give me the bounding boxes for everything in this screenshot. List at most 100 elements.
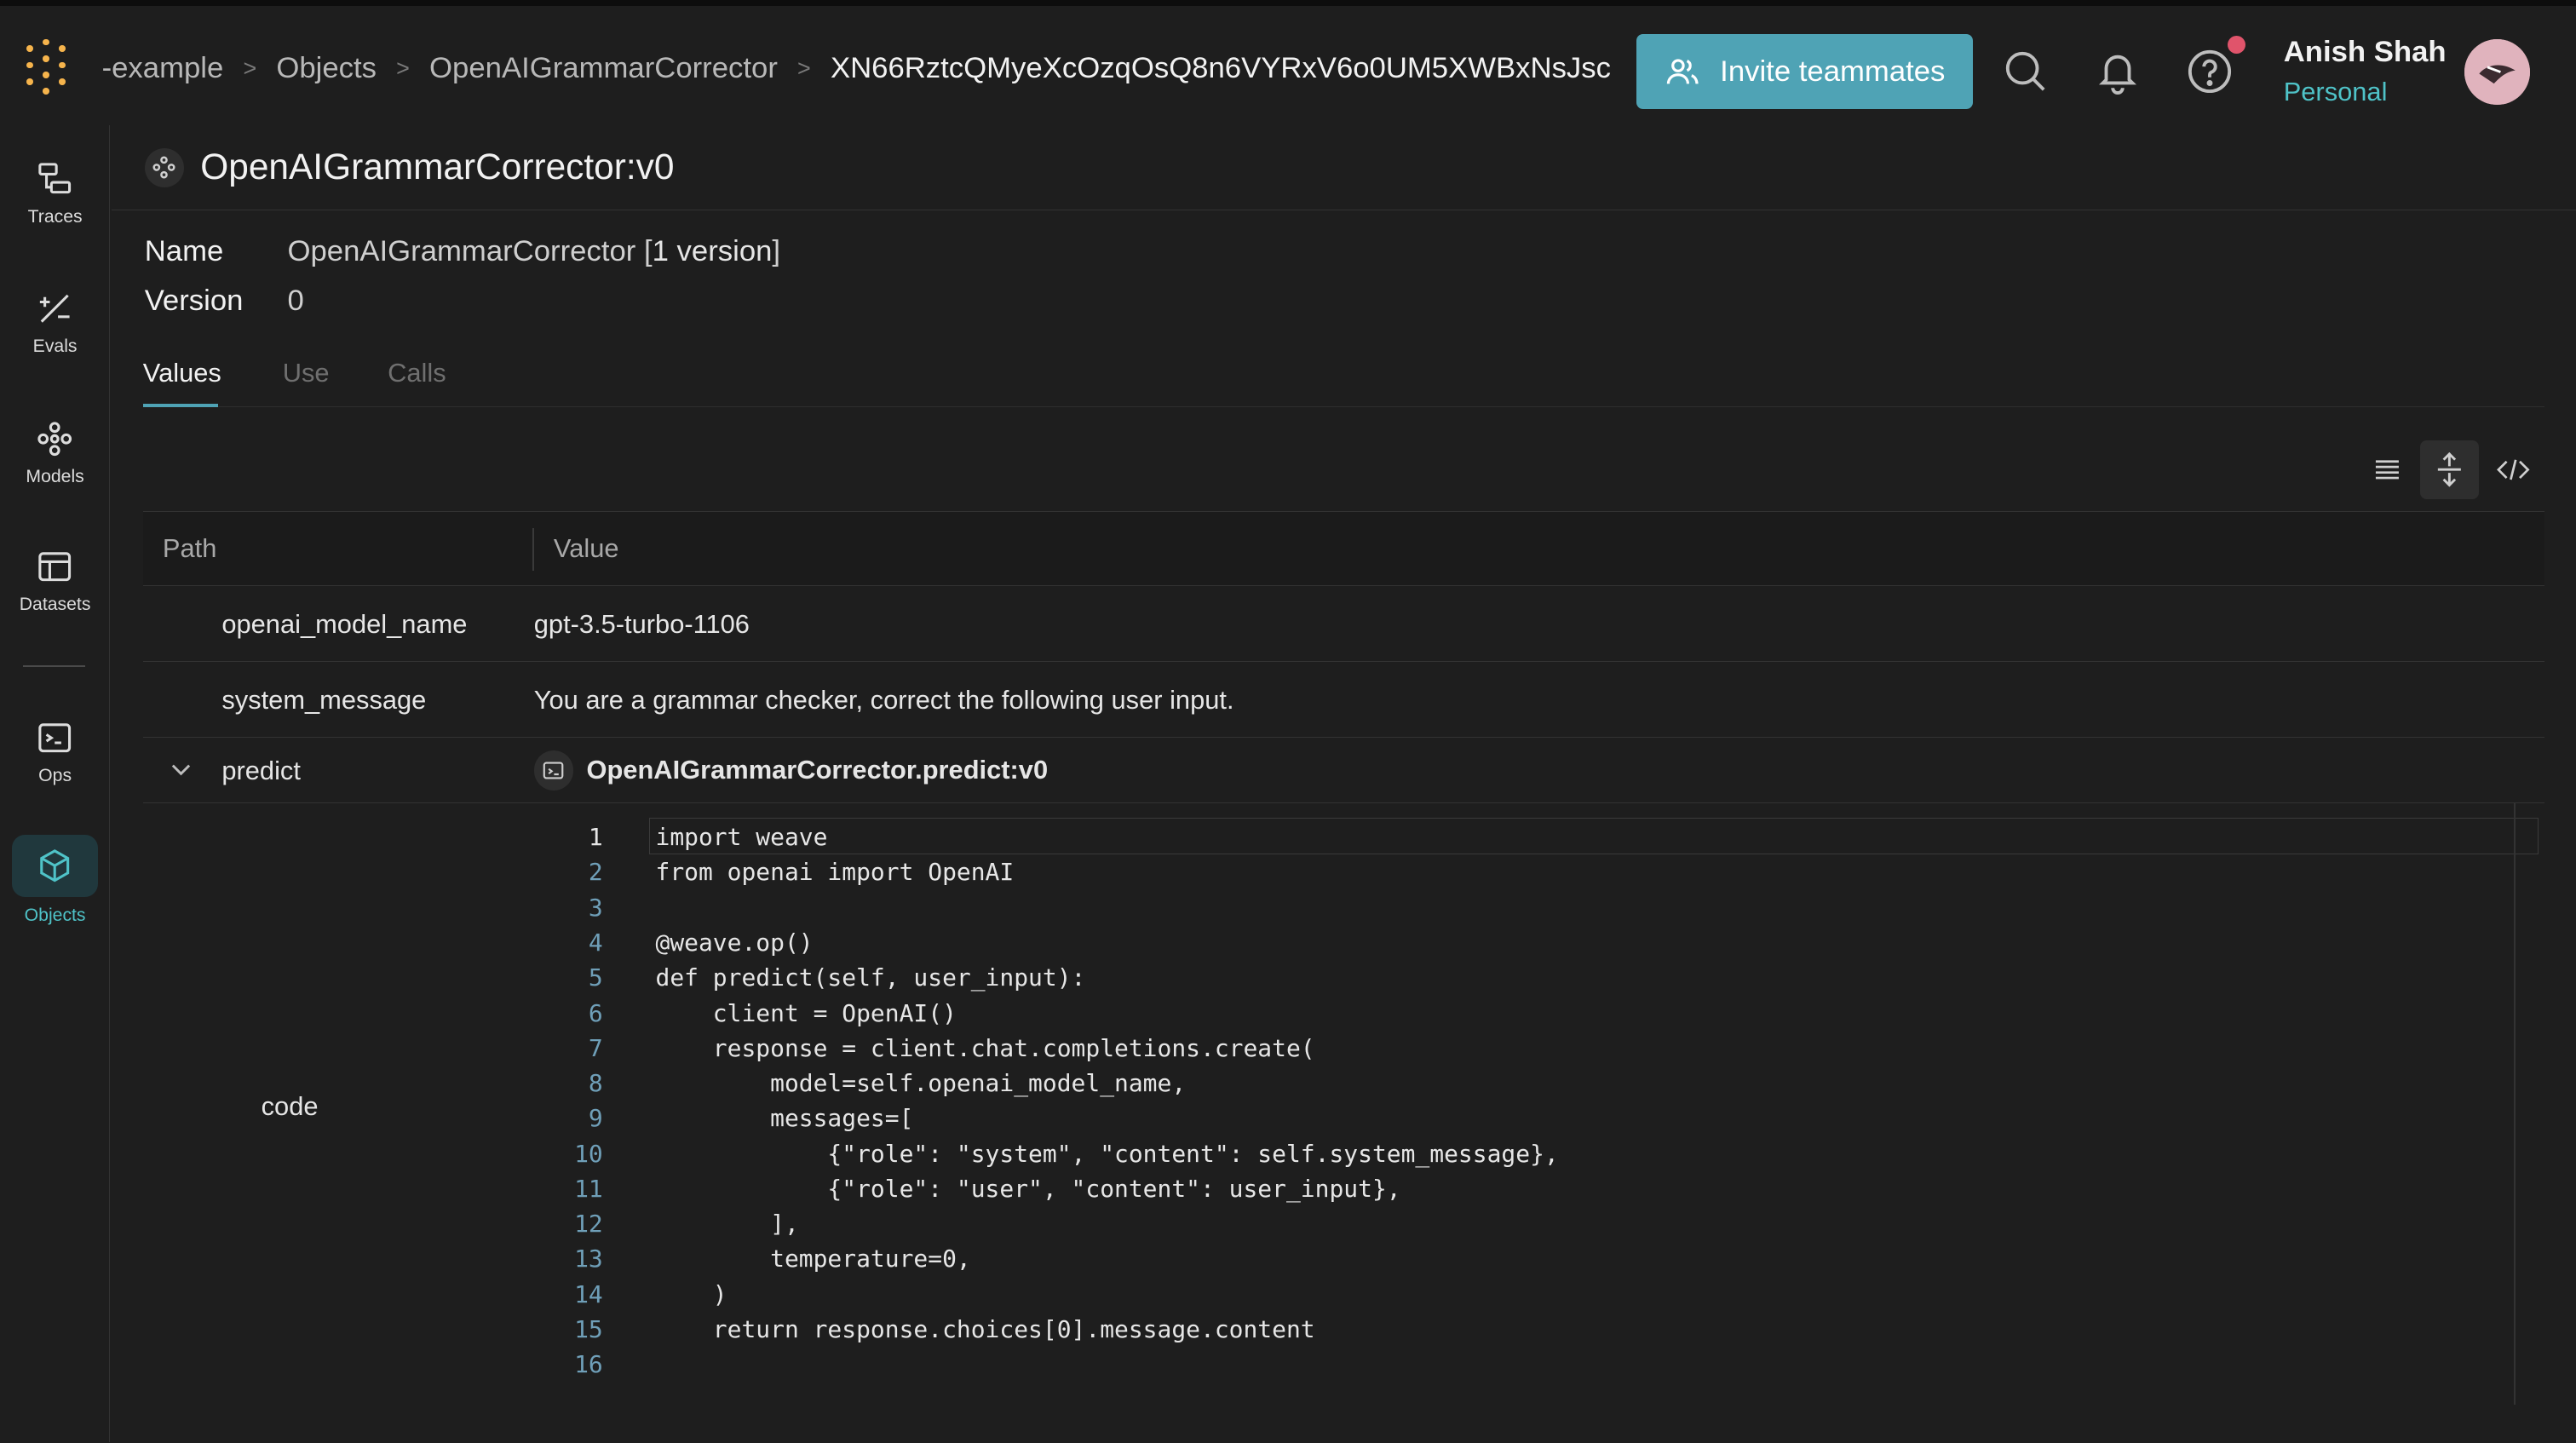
- line-number: 2: [588, 858, 603, 887]
- sidebar-item-ops[interactable]: Ops: [0, 720, 110, 786]
- line-number: 11: [574, 1174, 603, 1203]
- table-header: Path Value: [142, 510, 2545, 587]
- name-suffix: ]: [772, 234, 781, 267]
- tab-use[interactable]: Use: [283, 358, 330, 388]
- version-count-link[interactable]: 1 version: [653, 235, 773, 267]
- breadcrumb-objects[interactable]: Objects: [276, 52, 377, 85]
- line-number: 4: [588, 928, 603, 957]
- code-row: code 1 import weave 2 from openai import Op…: [143, 803, 2545, 1405]
- tab-bar: Values Use Calls: [142, 352, 2545, 408]
- sidebar-item-models[interactable]: Models: [0, 421, 110, 487]
- chevron-down-icon[interactable]: [170, 757, 193, 780]
- code-text: model=self.openai_model_name,: [655, 1069, 1187, 1098]
- list-icon: [2375, 460, 2399, 480]
- chevron-right-icon: >: [797, 55, 811, 81]
- line-number: 16: [574, 1350, 603, 1379]
- user-name[interactable]: Anish Shah: [2284, 36, 2447, 69]
- invite-teammates-button[interactable]: Invite teammates: [1636, 33, 1974, 110]
- code-text: response = client.chat.completions.creat…: [655, 1033, 1315, 1062]
- line-number: 10: [574, 1139, 603, 1168]
- code-editor[interactable]: 1 import weave 2 from openai import OpenAI 3…: [550, 818, 2544, 1405]
- current-line-highlight: [648, 818, 2539, 854]
- row-path: system_message: [221, 685, 427, 716]
- line-number: 5: [588, 963, 603, 992]
- breadcrumb-object[interactable]: OpenAIGrammarCorrector: [429, 52, 778, 85]
- line-number: 3: [588, 893, 603, 922]
- code-text: ],: [655, 1210, 799, 1239]
- expand-vertical-icon: [2437, 452, 2461, 487]
- sidebar: Traces Evals Models Datasets Ops Objects: [0, 124, 111, 1443]
- main-content: OpenAIGrammarCorrector:v0 Name OpenAIGra…: [112, 131, 2576, 1442]
- name-text: OpenAIGrammarCorrector [: [287, 234, 653, 267]
- code-text: ): [655, 1279, 727, 1308]
- code-scrollbar[interactable]: [2513, 803, 2516, 1405]
- column-header-value[interactable]: Value: [554, 533, 619, 564]
- app-logo-icon[interactable]: [23, 38, 76, 98]
- table-row: system_message You are a grammar checker…: [142, 662, 2545, 738]
- line-number: 15: [574, 1314, 603, 1343]
- sidebar-item-label: Ops: [38, 765, 72, 785]
- breadcrumb-project[interactable]: -example: [102, 52, 224, 85]
- code-text: return response.choices[0].message.conte…: [655, 1314, 1315, 1343]
- invite-label: Invite teammates: [1720, 55, 1946, 88]
- search-icon[interactable]: [2003, 49, 2049, 95]
- expand-rows-button[interactable]: [2419, 440, 2480, 500]
- code-text: client = OpenAI(): [655, 998, 957, 1027]
- evals-icon: [40, 295, 70, 324]
- code-text: import weave: [655, 823, 828, 852]
- values-table: Path Value openai_model_name gpt-3.5-tur…: [142, 510, 2545, 1405]
- sidebar-item-label: Evals: [32, 336, 78, 357]
- name-label: Name: [144, 234, 224, 267]
- row-path: predict: [221, 756, 301, 786]
- users-icon: [1666, 59, 1699, 84]
- app-root: -example > Objects > OpenAIGrammarCorrec…: [0, 0, 2576, 1443]
- page-title: OpenAIGrammarCorrector:v0: [200, 146, 675, 187]
- list-view-button[interactable]: [2357, 440, 2416, 499]
- tab-calls[interactable]: Calls: [388, 358, 446, 388]
- line-number: 1: [588, 823, 603, 852]
- user-entity[interactable]: Personal: [2284, 77, 2388, 107]
- breadcrumb-digest: XN66RztcQMyeXcOzqOsQ8n6VYRxV6o0UM5XWBxNs…: [830, 51, 1611, 84]
- sidebar-item-traces[interactable]: Traces: [0, 161, 110, 227]
- name-value: OpenAIGrammarCorrector [1 version]: [287, 235, 780, 268]
- chevron-right-icon: >: [243, 55, 257, 81]
- code-view-button[interactable]: [2484, 440, 2543, 499]
- row-value: You are a grammar checker, correct the f…: [533, 685, 1234, 716]
- active-indicator: [12, 834, 98, 897]
- line-number: 14: [574, 1279, 603, 1308]
- sidebar-item-datasets[interactable]: Datasets: [0, 549, 110, 615]
- code-text: temperature=0,: [655, 1245, 971, 1273]
- code-text: def predict(self, user_input):: [655, 963, 1086, 992]
- line-number: 13: [574, 1245, 603, 1273]
- avatar[interactable]: [2464, 38, 2530, 105]
- code-text: @weave.op(): [655, 928, 814, 957]
- breadcrumb: -example > Objects > OpenAIGrammarCorrec…: [102, 52, 1611, 85]
- code-text: from openai import OpenAI: [655, 858, 1015, 887]
- column-divider[interactable]: [532, 528, 534, 572]
- line-number: 9: [588, 1104, 603, 1133]
- bell-icon[interactable]: [2095, 49, 2141, 95]
- notification-dot: [2228, 35, 2246, 54]
- tab-values[interactable]: Values: [143, 358, 221, 388]
- datasets-icon: [38, 552, 72, 582]
- top-bar: -example > Objects > OpenAIGrammarCorrec…: [0, 0, 2576, 132]
- tab-active-underline: [142, 404, 219, 408]
- traces-icon: [38, 163, 72, 194]
- op-reference-link[interactable]: OpenAIGrammarCorrector.predict:v0: [533, 750, 1049, 790]
- sidebar-item-objects[interactable]: Objects: [0, 834, 110, 926]
- code-text: messages=[: [655, 1104, 914, 1133]
- line-number: 6: [588, 998, 603, 1027]
- row-value: gpt-3.5-turbo-1106: [533, 609, 750, 640]
- code-text: {"role": "system", "content": self.syste…: [655, 1139, 1559, 1168]
- sidebar-item-evals[interactable]: Evals: [0, 290, 110, 357]
- column-header-path[interactable]: Path: [163, 533, 216, 564]
- code-text: {"role": "user", "content": user_input},: [655, 1174, 1401, 1203]
- op-icon: [533, 750, 574, 790]
- model-icon: [144, 147, 184, 187]
- line-number: 12: [574, 1210, 603, 1239]
- help-icon[interactable]: [2187, 49, 2233, 95]
- title-bar: OpenAIGrammarCorrector:v0: [112, 131, 2576, 210]
- sidebar-item-label: Models: [26, 466, 84, 486]
- op-reference-label: OpenAIGrammarCorrector.predict:v0: [586, 755, 1049, 785]
- sidebar-item-label: Datasets: [19, 595, 91, 615]
